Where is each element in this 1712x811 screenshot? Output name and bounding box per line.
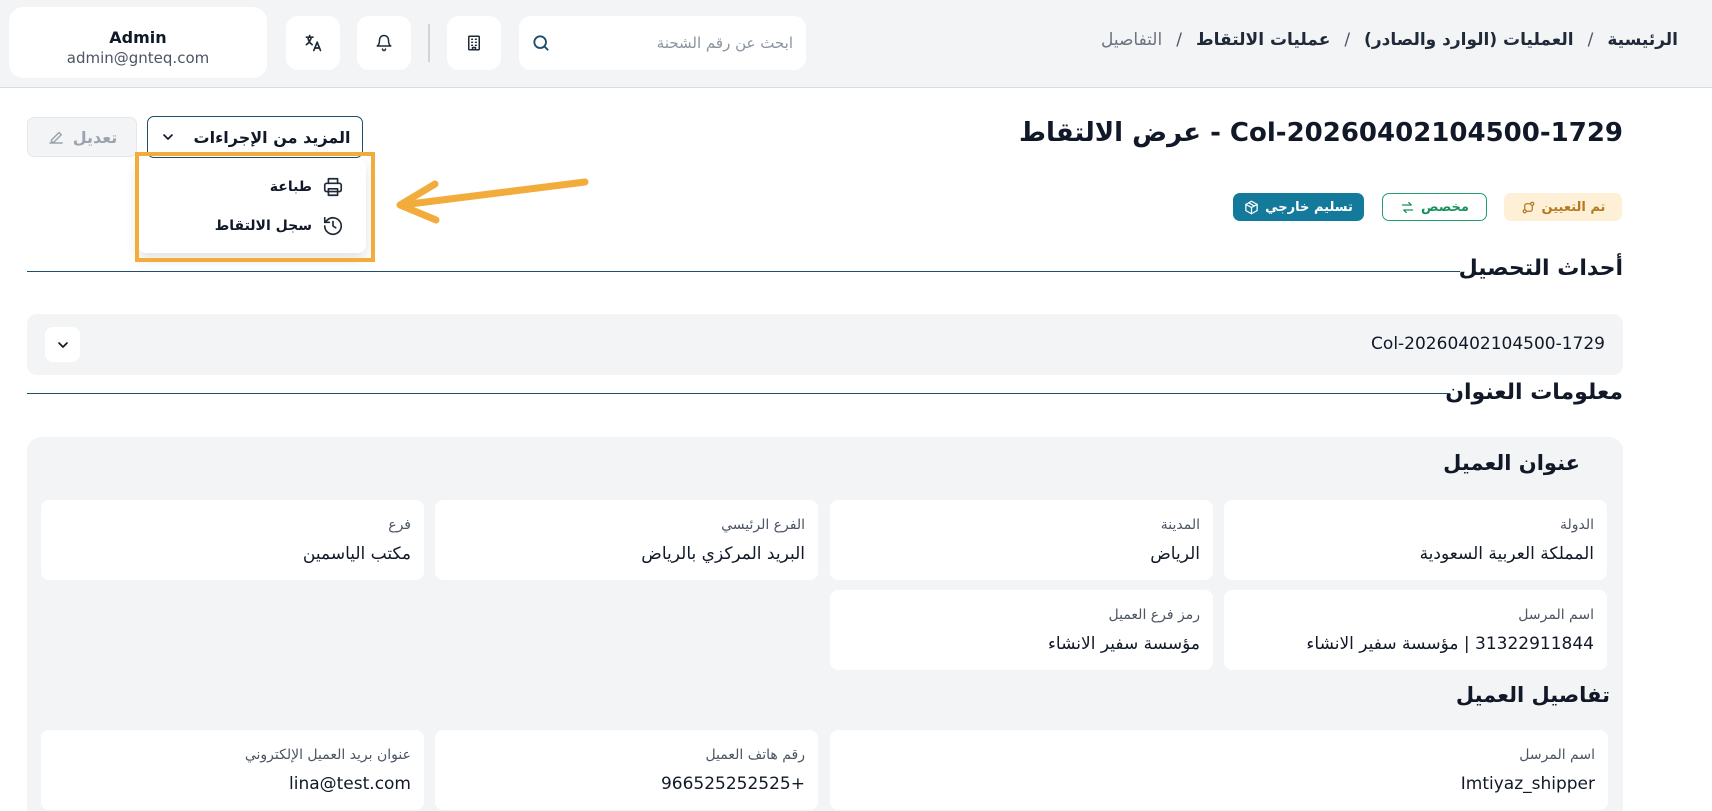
section-title-address-info: معلومات العنوان — [1445, 380, 1623, 405]
event-code: Col-20260402104500-1729 — [1371, 334, 1605, 354]
customer-address-title: عنوان العميل — [1443, 451, 1580, 475]
breadcrumb: الرئيسية / العمليات (الوارد والصادر) / ع… — [1101, 30, 1678, 50]
collection-event-row[interactable]: Col-20260402104500-1729 — [27, 314, 1623, 375]
field-label: عنوان بريد العميل الإلكتروني — [244, 747, 411, 763]
status-badge-custom: مخصص — [1382, 193, 1487, 221]
field-label: اسم المرسل — [1519, 747, 1595, 763]
swap-icon — [1400, 200, 1415, 215]
address-panel: عنوان العميل الدولة المملكة العربية السع… — [27, 437, 1623, 811]
search-input[interactable] — [553, 28, 793, 58]
field-label: الدولة — [1559, 517, 1594, 533]
field-label: فرع — [388, 517, 411, 533]
user-email: admin@gnteq.com — [66, 49, 210, 67]
field-branch: فرع مكتب الياسمين — [41, 500, 424, 580]
more-actions-label: المزيد من الإجراءات — [193, 127, 351, 147]
field-label: اسم المرسل — [1518, 607, 1594, 623]
route-icon — [1521, 200, 1536, 215]
field-value: مكتب الياسمين — [302, 544, 411, 564]
bell-icon — [375, 34, 393, 52]
field-city: المدينة الرياض — [830, 500, 1213, 580]
user-menu[interactable]: Admin admin@gnteq.com — [9, 7, 267, 78]
field-customer-email: عنوان بريد العميل الإلكتروني lina@test.c… — [41, 730, 424, 810]
field-value: lina@test.com — [289, 774, 411, 794]
field-value: المملكة العربية السعودية — [1419, 544, 1594, 564]
expand-event-button[interactable] — [45, 327, 80, 362]
section-divider — [27, 393, 1450, 394]
field-main-branch: الفرع الرئيسي البريد المركزي بالرياض — [435, 500, 818, 580]
pencil-icon — [47, 128, 65, 146]
chevron-down-icon — [55, 337, 71, 353]
field-country: الدولة المملكة العربية السعودية — [1224, 500, 1607, 580]
shipment-search[interactable] — [519, 16, 806, 70]
field-label: رمز فرع العميل — [1108, 607, 1201, 623]
breadcrumb-separator: / — [1176, 30, 1182, 50]
building-icon — [465, 34, 483, 52]
field-sender-name: اسم المرسل 31322911844 | مؤسسة سفير الان… — [1224, 590, 1607, 670]
breadcrumb-pickups[interactable]: عمليات الالتقاط — [1196, 30, 1330, 50]
organization-button[interactable] — [447, 16, 501, 70]
user-name: Admin — [109, 28, 167, 47]
breadcrumb-separator: / — [1587, 30, 1594, 50]
section-title-collection-events: أحداث التحصيل — [1458, 256, 1623, 281]
field-value: البريد المركزي بالرياض — [641, 544, 805, 564]
field-value: 31322911844 | مؤسسة سفير الانشاء — [1306, 634, 1594, 654]
field-label: المدينة — [1160, 517, 1200, 533]
badge-assigned-label: تم التعيين — [1541, 199, 1606, 215]
field-customer-phone: رقم هاتف العميل 966525252525+ — [435, 730, 818, 810]
edit-label: تعديل — [72, 127, 118, 147]
field-value: الرياض — [1150, 544, 1200, 564]
chevron-down-icon — [160, 129, 176, 145]
status-badge-assigned: تم التعيين — [1504, 193, 1622, 221]
breadcrumb-separator: / — [1344, 30, 1351, 50]
field-label: رقم هاتف العميل — [705, 747, 805, 763]
badge-custom-label: مخصص — [1421, 199, 1469, 215]
annotation-highlight — [135, 152, 375, 262]
field-value: Imtiyaz_shipper — [1460, 774, 1595, 794]
notifications-button[interactable] — [357, 16, 411, 70]
customer-details-title: تفاصيل العميل — [1455, 683, 1610, 707]
language-button[interactable] — [286, 16, 340, 70]
field-customer-sender-name: اسم المرسل Imtiyaz_shipper — [830, 730, 1608, 810]
field-value: 966525252525+ — [660, 774, 805, 794]
badge-external-label: تسليم خارجي — [1265, 199, 1353, 215]
status-badge-external-delivery: تسليم خارجي — [1233, 193, 1364, 221]
breadcrumb-current: التفاصيل — [1100, 30, 1163, 50]
breadcrumb-home[interactable]: الرئيسية — [1607, 30, 1678, 50]
breadcrumb-operations[interactable]: العمليات (الوارد والصادر) — [1364, 30, 1574, 50]
edit-button[interactable]: تعديل — [27, 117, 137, 157]
annotation-arrow-icon — [396, 178, 589, 224]
translate-icon — [303, 33, 323, 53]
page-title: عرض الالتقاط - Col-20260402104500-1729 — [1018, 118, 1623, 148]
search-icon — [531, 33, 551, 53]
field-customer-branch-code: رمز فرع العميل مؤسسة سفير الانشاء — [830, 590, 1213, 670]
package-icon — [1244, 200, 1259, 215]
field-label: الفرع الرئيسي — [721, 517, 805, 533]
top-bar: Admin admin@gnteq.com ابحث عن رقم الشحنة… — [0, 0, 1712, 88]
section-divider — [27, 271, 1460, 272]
field-value: مؤسسة سفير الانشاء — [1047, 634, 1200, 654]
topbar-divider — [428, 24, 430, 62]
